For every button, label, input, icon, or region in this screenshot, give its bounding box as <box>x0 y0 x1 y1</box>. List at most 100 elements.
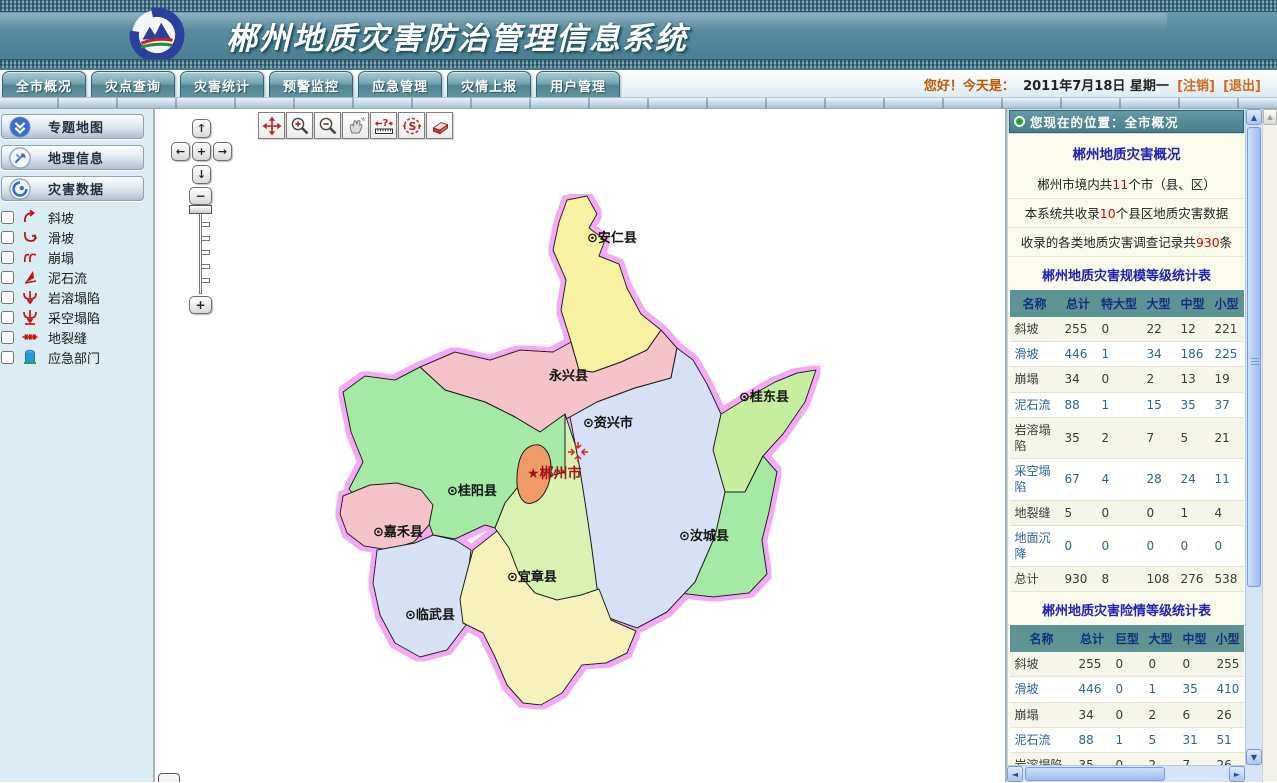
nav-tab-6[interactable]: 用户管理 <box>536 71 620 97</box>
eraser-icon[interactable] <box>426 112 453 139</box>
pan-right-button[interactable]: → <box>213 142 232 161</box>
pan-up-button[interactable]: ↑ <box>192 119 211 138</box>
zoom-in-step-button[interactable]: + <box>189 296 212 314</box>
layer-checkbox-5[interactable] <box>1 311 14 324</box>
pan-center-button[interactable]: + <box>192 142 211 161</box>
panel-horizontal-scrollbar[interactable]: ◄ ► <box>1007 765 1245 782</box>
header-texture-bottom <box>0 59 1277 68</box>
sidebar-section-label: 灾害数据 <box>48 179 104 198</box>
hand-pan-icon[interactable] <box>342 112 369 139</box>
nav-bottom-strip <box>0 98 1277 109</box>
layer-checkbox-3[interactable] <box>1 271 14 284</box>
exit-link[interactable]: [退出] <box>1223 79 1261 94</box>
layer-label: 斜坡 <box>48 208 74 227</box>
table1-title: 郴州地质灾害规模等级统计表 <box>1008 257 1245 290</box>
layer-list: 斜坡滑坡崩塌泥石流岩溶塌陷采空塌陷地裂缝应急部门 <box>0 207 153 367</box>
table-row: 斜坡25502212221 <box>1010 317 1244 342</box>
nav-tab-5[interactable]: 灾情上报 <box>447 71 531 97</box>
row-name: 滑坡 <box>1010 677 1074 702</box>
scale-grade-table: 名称总计特大型大型中型小型斜坡25502212221滑坡446134186225… <box>1010 290 1244 592</box>
table2-title: 郴州地质灾害险情等级统计表 <box>1008 592 1245 625</box>
layer-checkbox-6[interactable] <box>1 331 14 344</box>
landslide-icon <box>21 228 39 246</box>
district-label: ⊙安仁县 <box>587 230 637 246</box>
page-scroll-up-icon[interactable]: ▲ <box>1263 109 1277 125</box>
layer-row-7: 应急部门 <box>0 347 153 367</box>
nav-tab-4[interactable]: 应急管理 <box>358 71 442 97</box>
karst-collapse-icon <box>21 288 39 306</box>
pan-tool-icon[interactable] <box>258 112 285 139</box>
row-value: 22 <box>1142 317 1176 342</box>
zoom-out-icon[interactable] <box>314 112 341 139</box>
row-value: 276 <box>1176 567 1210 592</box>
measure-distance-icon[interactable]: ? <box>370 112 397 139</box>
scroll-left-icon[interactable]: ◄ <box>1007 766 1023 782</box>
column-header: 总计 <box>1060 290 1097 317</box>
row-name: 崩塌 <box>1010 702 1074 727</box>
map-corner-button[interactable] <box>158 773 180 782</box>
row-value: 0 <box>1060 525 1097 566</box>
layer-checkbox-2[interactable] <box>1 251 14 264</box>
row-value: 11 <box>1210 459 1244 500</box>
sidebar-section-geo-info[interactable]: 地理信息 <box>1 145 144 170</box>
district-shape-linwu[interactable] <box>373 535 471 657</box>
row-name: 采空塌陷 <box>1010 459 1060 500</box>
row-value: 225 <box>1210 342 1244 367</box>
zoom-out-step-button[interactable]: − <box>189 187 212 205</box>
row-value: 0 <box>1142 500 1176 525</box>
map-viewport[interactable]: ↑ ← + → ↓ − + ? S <box>155 109 1007 782</box>
nav-tab-3[interactable]: 预警监控 <box>269 71 353 97</box>
scroll-up-icon[interactable]: ▲ <box>1246 109 1262 125</box>
row-name: 地面沉降 <box>1010 525 1060 566</box>
layer-checkbox-7[interactable] <box>1 351 14 364</box>
row-value: 0 <box>1144 652 1178 677</box>
table-row: 总计9308108276538 <box>1010 567 1244 592</box>
row-value: 538 <box>1210 567 1244 592</box>
column-header: 特大型 <box>1097 290 1142 317</box>
row-value: 221 <box>1210 317 1244 342</box>
zoom-in-icon[interactable] <box>286 112 313 139</box>
sidebar-section-theme-map[interactable]: 专题地图 <box>1 114 144 139</box>
sidebar-section-label: 地理信息 <box>48 148 104 167</box>
zoom-slider-thumb[interactable] <box>189 205 212 214</box>
row-value: 0 <box>1178 652 1212 677</box>
scroll-right-icon[interactable]: ► <box>1229 766 1245 782</box>
row-value: 2 <box>1097 417 1142 458</box>
layer-label: 地裂缝 <box>48 328 87 347</box>
pan-left-button[interactable]: ← <box>171 142 190 161</box>
scrollbar-corner <box>1245 765 1262 782</box>
panel-hscroll-thumb[interactable] <box>1025 767 1165 781</box>
debris-flow-icon <box>21 268 39 286</box>
application-window: 郴州地质灾害防治管理信息系统 全市概况灾点查询灾害统计预警监控应急管理灾情上报用… <box>0 0 1277 783</box>
row-value: 15 <box>1142 392 1176 417</box>
row-name: 滑坡 <box>1010 342 1060 367</box>
row-value: 0 <box>1210 525 1244 566</box>
layer-checkbox-1[interactable] <box>1 231 14 244</box>
pan-down-button[interactable]: ↓ <box>192 165 211 184</box>
page-scrollbar[interactable]: ▲ <box>1262 109 1277 782</box>
layer-checkbox-0[interactable] <box>1 211 14 224</box>
layer-checkbox-4[interactable] <box>1 291 14 304</box>
sidebar-section-disaster-data[interactable]: 灾害数据 <box>1 176 144 201</box>
row-name: 地裂缝 <box>1010 500 1060 525</box>
mined-out-collapse-icon <box>21 308 39 326</box>
ground-fissure-icon <box>21 328 39 346</box>
layer-row-2: 崩塌 <box>0 247 153 267</box>
logout-link[interactable]: [注销] <box>1177 79 1215 94</box>
row-value: 26 <box>1212 702 1244 727</box>
row-value: 1 <box>1097 392 1142 417</box>
nav-tab-2[interactable]: 灾害统计 <box>180 71 264 97</box>
summary-panel-content: 您现在的位置：全市概况 郴州地质灾害概况 郴州市境内共11个市（县、区）本系统共… <box>1007 109 1245 765</box>
panel-vscroll-thumb[interactable] <box>1247 127 1261 587</box>
layer-sidebar: 专题地图 地理信息 <box>0 109 155 782</box>
nav-tab-1[interactable]: 灾点查询 <box>91 71 175 97</box>
column-header: 小型 <box>1212 625 1244 652</box>
panel-vertical-scrollbar[interactable]: ▲ ▼ <box>1245 109 1262 765</box>
row-value: 8 <box>1097 567 1142 592</box>
scale-icon[interactable]: S <box>398 112 425 139</box>
row-value: 2 <box>1142 367 1176 392</box>
scroll-down-icon[interactable]: ▼ <box>1246 749 1262 765</box>
svg-text:?: ? <box>382 118 388 129</box>
district-label: ★郴州市 <box>527 465 582 482</box>
nav-tab-0[interactable]: 全市概况 <box>2 71 86 97</box>
